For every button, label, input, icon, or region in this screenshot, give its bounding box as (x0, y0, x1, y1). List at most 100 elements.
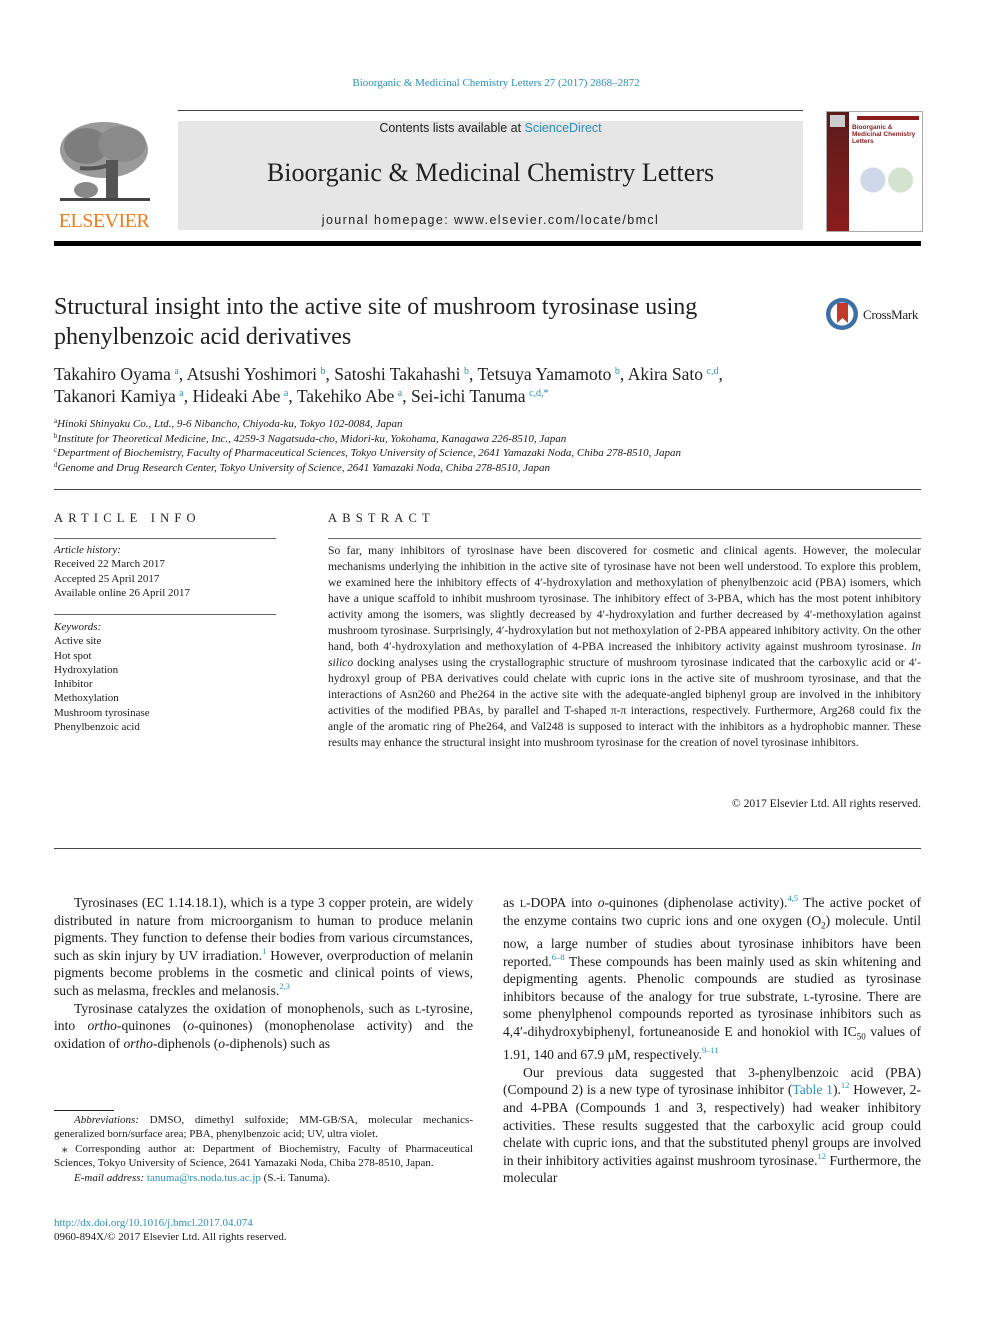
email-label: E-mail address: (74, 1171, 145, 1184)
paragraph: Our previous data suggested that 3-pheny… (503, 1064, 921, 1187)
table-link[interactable]: Table 1 (792, 1082, 833, 1097)
header-thick-rule (54, 241, 921, 246)
footnotes: Abbreviations: DMSO, dimethyl sulfoxide;… (54, 1113, 473, 1185)
abstract-heading: ABSTRACT (328, 511, 435, 525)
sciencedirect-link[interactable]: ScienceDirect (525, 121, 602, 135)
affiliation-marker[interactable]: c,d,* (529, 388, 548, 399)
author[interactable]: Takehiko Abe a (297, 386, 402, 406)
author[interactable]: Sei-ichi Tanuma c,d,* (411, 386, 549, 406)
corresponding-footnote: ⁎ Corresponding author at: Department of… (54, 1142, 473, 1170)
affiliation-text: Department of Biochemistry, Faculty of P… (57, 447, 682, 459)
body-column-left: Tyrosinases (EC 1.14.18.1), which is a t… (54, 894, 473, 1052)
author-name: Hideaki Abe (192, 386, 281, 406)
author-name: Takahiro Oyama (54, 364, 171, 384)
paragraph-continued: -DOPA into as l-DOPA into o-quinones (di… (503, 893, 922, 1063)
body-rule (54, 848, 921, 849)
keywords-label: Keywords: (54, 621, 102, 633)
reference-link[interactable]: 2,3 (279, 981, 290, 991)
doi-link[interactable]: http://dx.doi.org/10.1016/j.bmcl.2017.04… (54, 1216, 473, 1230)
history-accepted: Accepted 25 April 2017 (54, 572, 160, 585)
author-name: Sei-ichi Tanuma (410, 386, 526, 406)
text: ortho (87, 1018, 117, 1034)
affiliation-list: aHinoki Shinyaku Co., Ltd., 9-6 Nibancho… (54, 417, 924, 475)
article-info-heading: ARTICLE INFO (54, 511, 201, 525)
reference-link[interactable]: 6–8 (552, 952, 565, 962)
author[interactable]: Hideaki Abe a (192, 386, 288, 406)
text: o (597, 895, 605, 910)
cover-title: Bioorganic & Medicinal Chemistry Letters (852, 124, 916, 145)
keyword: Phenylbenzoic acid (54, 721, 140, 734)
affiliation-marker[interactable]: b (615, 366, 620, 377)
elsevier-tree-icon (60, 122, 150, 201)
text: Tyrosinase catalyzes the oxidation of mo… (74, 1000, 416, 1016)
author[interactable]: Tetsuya Yamamoto b (477, 364, 619, 384)
journal-homepage-link[interactable]: journal homepage: www.elsevier.com/locat… (178, 213, 803, 227)
crossmark-button[interactable]: CrossMark (826, 297, 926, 333)
affiliation-text: Institute for Theoretical Medicine, Inc.… (57, 432, 567, 445)
affiliation: cDepartment of Biochemistry, Faculty of … (54, 446, 924, 461)
text: ). (832, 1082, 841, 1098)
article-history: Article history: Received 22 March 2017 … (54, 543, 276, 600)
email-footnote: E-mail address: tanuma@rs.noda.tus.ac.jp… (54, 1171, 473, 1185)
text: -quinones ( (116, 1018, 188, 1034)
affiliation-marker[interactable]: a (398, 388, 402, 399)
text: ortho (123, 1035, 153, 1051)
affiliation-marker[interactable]: a (284, 388, 288, 399)
affiliation-marker[interactable]: b (464, 366, 469, 377)
keyword: Inhibitor (54, 678, 93, 691)
abbreviations-footnote: Abbreviations: DMSO, dimethyl sulfoxide;… (54, 1113, 473, 1142)
affiliation: aHinoki Shinyaku Co., Ltd., 9-6 Nibancho… (54, 417, 924, 432)
reference-link[interactable]: 9–11 (702, 1045, 719, 1055)
cover-logo-icon (830, 115, 845, 127)
author-name: Satoshi Takahashi (334, 364, 461, 384)
abstract-part: So far, many inhibitors of tyrosinase ha… (328, 544, 921, 653)
cover-strip (827, 112, 849, 231)
affiliation-marker[interactable]: a (179, 388, 183, 399)
history-online: Available online 26 April 2017 (54, 586, 191, 599)
reference-link[interactable]: 4,5 (787, 893, 798, 903)
keywords: Keywords: Active site Hot spot Hydroxyla… (54, 620, 276, 734)
contents-prefix: Contents lists available at (379, 121, 525, 135)
email-link[interactable]: tanuma@rs.noda.tus.ac.jp (147, 1172, 261, 1184)
doi-block: http://dx.doi.org/10.1016/j.bmcl.2017.04… (54, 1216, 473, 1245)
author[interactable]: Atsushi Yoshimori b (187, 364, 326, 384)
cover-topbar (857, 116, 919, 120)
author[interactable]: Akira Sato c,d (628, 364, 719, 384)
elsevier-logo[interactable]: ELSEVIER (54, 120, 154, 232)
abstract-text: So far, many inhibitors of tyrosinase ha… (328, 543, 921, 751)
cover-graphic-icon (853, 160, 919, 200)
text: -quinones (diphenolase activity). (604, 895, 788, 910)
author[interactable]: Takanori Kamiya a (54, 386, 184, 406)
keywords-rule (54, 614, 276, 615)
journal-cover-thumbnail[interactable]: Bioorganic & Medicinal Chemistry Letters (826, 111, 923, 232)
reference-link[interactable]: 12 (817, 1151, 826, 1161)
journal-title: Bioorganic & Medicinal Chemistry Letters (266, 158, 715, 187)
affiliation: dGenome and Drug Research Center, Tokyo … (54, 461, 924, 476)
contents-line: Contents lists available at ScienceDirec… (178, 121, 803, 135)
abstract-part: docking analyses using the crystallograp… (328, 656, 921, 749)
author[interactable]: Takahiro Oyama a (54, 364, 179, 384)
history-label: Article history: (54, 544, 121, 556)
article-info-rule (54, 538, 276, 539)
affiliation-marker[interactable]: b (320, 366, 325, 377)
text: -DOPA into (525, 895, 598, 910)
header-rule (178, 110, 803, 111)
email-suffix: (S.-i. Tanuma). (260, 1171, 330, 1184)
author-name: Takehiko Abe (296, 386, 395, 406)
abstract-rule (328, 538, 921, 539)
author[interactable]: Satoshi Takahashi b (334, 364, 469, 384)
affiliation-marker[interactable]: c,d (707, 366, 719, 377)
history-received: Received 22 March 2017 (54, 558, 165, 571)
paragraph: Tyrosinase catalyzes the oxidation of mo… (54, 1000, 473, 1053)
footnote-rule (54, 1110, 114, 1111)
author-list: Takahiro Oyama a, Atsushi Yoshimori b, S… (54, 364, 723, 406)
abbreviations-label: Abbreviations: (74, 1114, 139, 1126)
issn-copyright: 0960-894X/© 2017 Elsevier Ltd. All right… (54, 1231, 287, 1244)
keyword: Hot spot (54, 649, 92, 662)
affiliation-text: Hinoki Shinyaku Co., Ltd., 9-6 Nibancho,… (57, 418, 403, 430)
affiliation-marker[interactable]: a (174, 366, 178, 377)
section-rule (54, 489, 921, 490)
journal-citation-link[interactable]: Bioorganic & Medicinal Chemistry Letters… (0, 77, 992, 89)
text: 50 (856, 1031, 866, 1042)
affiliation: bInstitute for Theoretical Medicine, Inc… (54, 432, 924, 447)
